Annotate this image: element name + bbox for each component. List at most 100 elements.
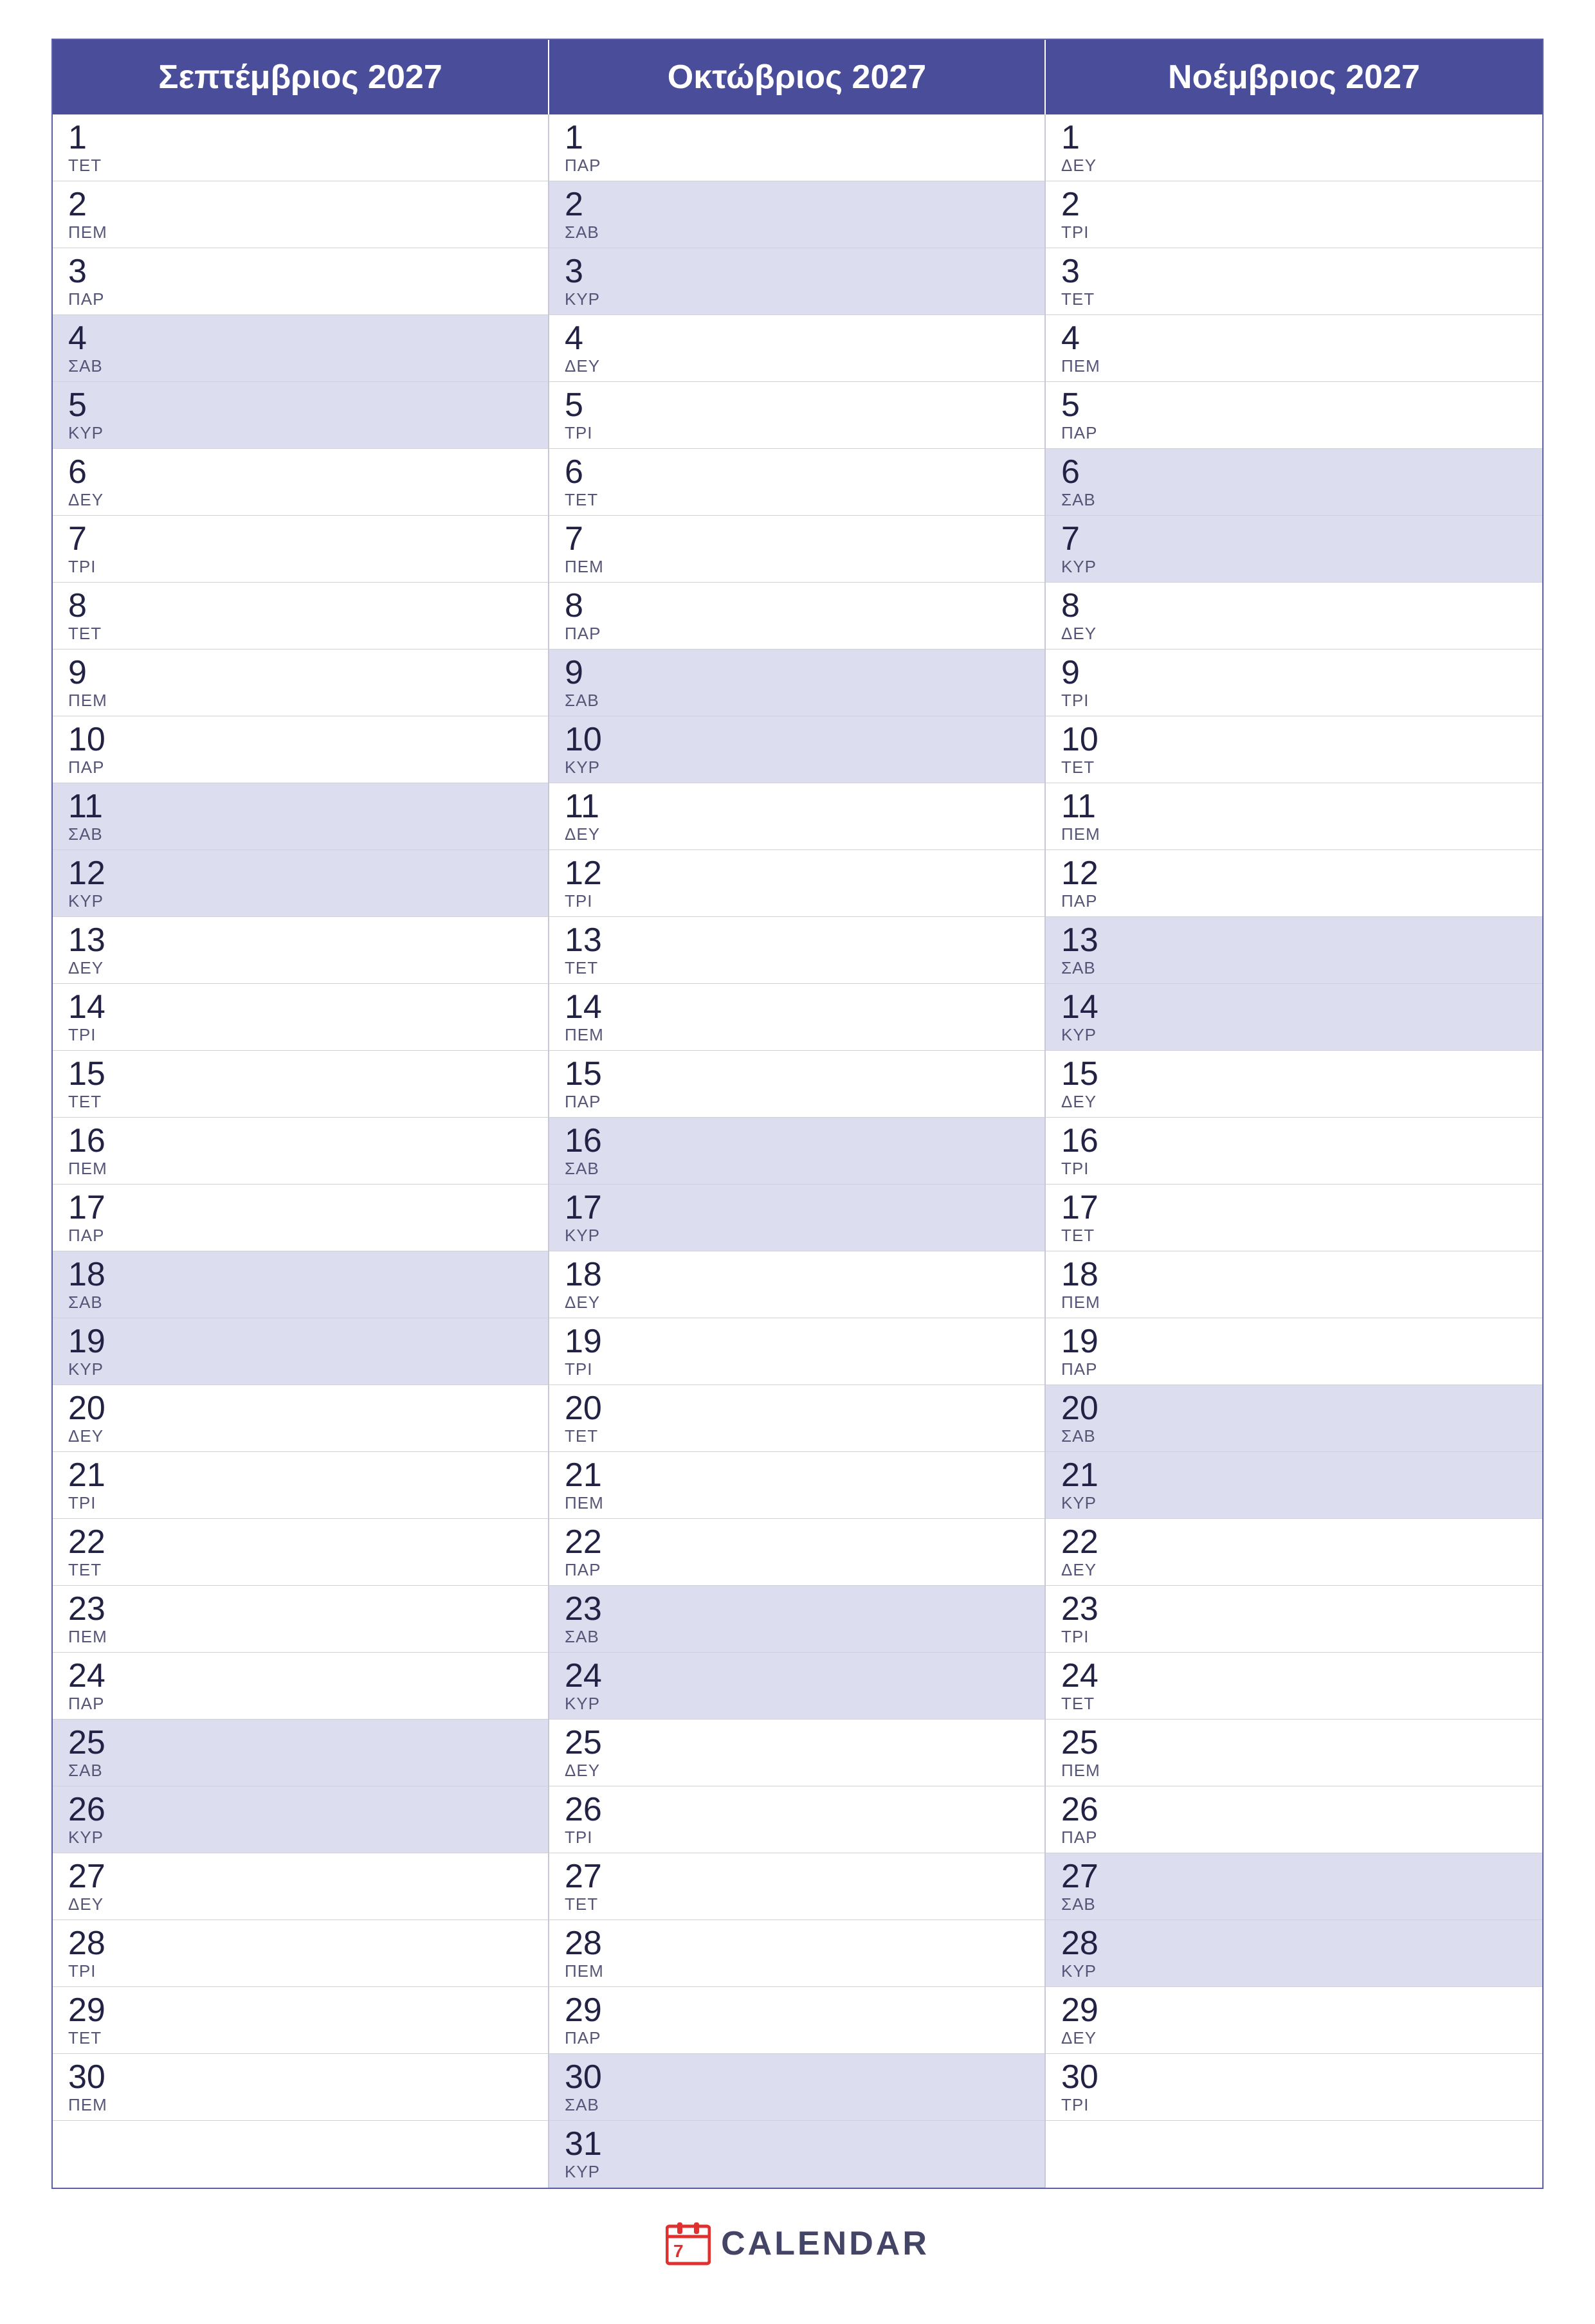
day-row: 17ΚΥΡ xyxy=(549,1185,1044,1251)
day-number: 25 xyxy=(1061,1726,1527,1759)
day-abbr: ΣΑΒ xyxy=(68,1761,533,1781)
day-abbr: ΣΑΒ xyxy=(565,2095,1029,2115)
day-number: 24 xyxy=(68,1659,533,1693)
day-row: 21ΠΕΜ xyxy=(549,1452,1044,1519)
day-abbr: ΔΕΥ xyxy=(68,1426,533,1446)
day-number: 17 xyxy=(1061,1191,1527,1224)
day-row: 3ΤΕΤ xyxy=(1046,248,1542,315)
empty-day xyxy=(53,2121,548,2172)
day-number: 19 xyxy=(565,1325,1029,1358)
day-abbr: ΔΕΥ xyxy=(565,824,1029,844)
day-abbr: ΣΑΒ xyxy=(1061,490,1527,510)
day-abbr: ΤΕΤ xyxy=(565,1894,1029,1914)
day-abbr: ΠΕΜ xyxy=(1061,1761,1527,1781)
month-header: Οκτώβριος 2027 xyxy=(549,40,1046,114)
day-abbr: ΤΕΤ xyxy=(68,1560,533,1580)
day-abbr: ΤΡΙ xyxy=(565,1359,1029,1379)
day-row: 27ΔΕΥ xyxy=(53,1853,548,1920)
day-abbr: ΣΑΒ xyxy=(565,1159,1029,1179)
day-abbr: ΠΕΜ xyxy=(68,1159,533,1179)
day-number: 11 xyxy=(68,790,533,823)
day-number: 9 xyxy=(68,656,533,689)
day-abbr: ΔΕΥ xyxy=(68,958,533,978)
day-abbr: ΚΥΡ xyxy=(565,2162,1029,2182)
day-row: 19ΤΡΙ xyxy=(549,1318,1044,1385)
day-abbr: ΤΡΙ xyxy=(68,557,533,577)
day-abbr: ΤΕΤ xyxy=(1061,1694,1527,1714)
day-number: 21 xyxy=(68,1458,533,1492)
day-abbr: ΠΕΜ xyxy=(1061,1293,1527,1312)
day-number: 23 xyxy=(68,1592,533,1626)
day-number: 26 xyxy=(1061,1793,1527,1826)
day-abbr: ΠΑΡ xyxy=(68,758,533,777)
day-number: 3 xyxy=(1061,255,1527,288)
day-number: 12 xyxy=(68,857,533,890)
day-row: 13ΤΕΤ xyxy=(549,917,1044,984)
day-abbr: ΠΑΡ xyxy=(1061,891,1527,911)
day-row: 25ΠΕΜ xyxy=(1046,1720,1542,1786)
footer: 7 CALENDAR xyxy=(51,2189,1544,2285)
day-number: 23 xyxy=(565,1592,1029,1626)
day-abbr: ΠΑΡ xyxy=(565,2028,1029,2048)
day-row: 21ΤΡΙ xyxy=(53,1452,548,1519)
day-number: 4 xyxy=(565,322,1029,355)
day-number: 12 xyxy=(565,857,1029,890)
day-row: 7ΚΥΡ xyxy=(1046,516,1542,583)
day-number: 27 xyxy=(1061,1860,1527,1893)
day-number: 29 xyxy=(565,1993,1029,2027)
day-abbr: ΣΑΒ xyxy=(1061,1426,1527,1446)
day-row: 4ΣΑΒ xyxy=(53,315,548,382)
day-abbr: ΤΡΙ xyxy=(565,423,1029,443)
day-abbr: ΔΕΥ xyxy=(565,1761,1029,1781)
day-number: 25 xyxy=(565,1726,1029,1759)
day-row: 9ΠΕΜ xyxy=(53,649,548,716)
day-number: 9 xyxy=(565,656,1029,689)
day-number: 13 xyxy=(68,923,533,957)
day-number: 2 xyxy=(1061,188,1527,221)
day-abbr: ΠΕΜ xyxy=(68,691,533,711)
day-abbr: ΠΑΡ xyxy=(1061,1828,1527,1847)
day-row: 9ΤΡΙ xyxy=(1046,649,1542,716)
calendar-container: Σεπτέμβριος 2027Οκτώβριος 2027Νοέμβριος … xyxy=(51,39,1544,2189)
day-row: 14ΚΥΡ xyxy=(1046,984,1542,1051)
day-row: 17ΤΕΤ xyxy=(1046,1185,1542,1251)
day-row: 24ΤΕΤ xyxy=(1046,1653,1542,1720)
day-row: 5ΤΡΙ xyxy=(549,382,1044,449)
day-number: 16 xyxy=(565,1124,1029,1157)
day-row: 5ΚΥΡ xyxy=(53,382,548,449)
day-row: 23ΣΑΒ xyxy=(549,1586,1044,1653)
day-row: 27ΤΕΤ xyxy=(549,1853,1044,1920)
day-row: 1ΔΕΥ xyxy=(1046,114,1542,181)
day-row: 31ΚΥΡ xyxy=(549,2121,1044,2188)
day-row: 18ΔΕΥ xyxy=(549,1251,1044,1318)
day-number: 7 xyxy=(565,522,1029,556)
day-number: 7 xyxy=(1061,522,1527,556)
day-row: 1ΠΑΡ xyxy=(549,114,1044,181)
day-row: 20ΣΑΒ xyxy=(1046,1385,1542,1452)
day-abbr: ΤΡΙ xyxy=(68,1961,533,1981)
day-abbr: ΔΕΥ xyxy=(68,1894,533,1914)
day-abbr: ΤΕΤ xyxy=(1061,758,1527,777)
day-abbr: ΤΕΤ xyxy=(565,490,1029,510)
day-abbr: ΔΕΥ xyxy=(1061,1560,1527,1580)
day-number: 17 xyxy=(565,1191,1029,1224)
day-abbr: ΠΕΜ xyxy=(1061,356,1527,376)
day-abbr: ΣΑΒ xyxy=(565,1627,1029,1647)
day-row: 22ΠΑΡ xyxy=(549,1519,1044,1586)
day-row: 6ΔΕΥ xyxy=(53,449,548,516)
day-row: 11ΠΕΜ xyxy=(1046,783,1542,850)
day-abbr: ΤΡΙ xyxy=(1061,2095,1527,2115)
day-abbr: ΚΥΡ xyxy=(1061,1025,1527,1045)
day-number: 18 xyxy=(68,1258,533,1291)
day-number: 4 xyxy=(68,322,533,355)
day-row: 3ΚΥΡ xyxy=(549,248,1044,315)
day-abbr: ΤΕΤ xyxy=(68,1092,533,1112)
day-abbr: ΤΕΤ xyxy=(1061,289,1527,309)
day-number: 6 xyxy=(68,455,533,489)
day-number: 22 xyxy=(565,1525,1029,1559)
day-row: 10ΚΥΡ xyxy=(549,716,1044,783)
day-number: 10 xyxy=(1061,723,1527,756)
day-abbr: ΚΥΡ xyxy=(565,758,1029,777)
day-abbr: ΠΑΡ xyxy=(565,156,1029,176)
day-abbr: ΣΑΒ xyxy=(1061,958,1527,978)
